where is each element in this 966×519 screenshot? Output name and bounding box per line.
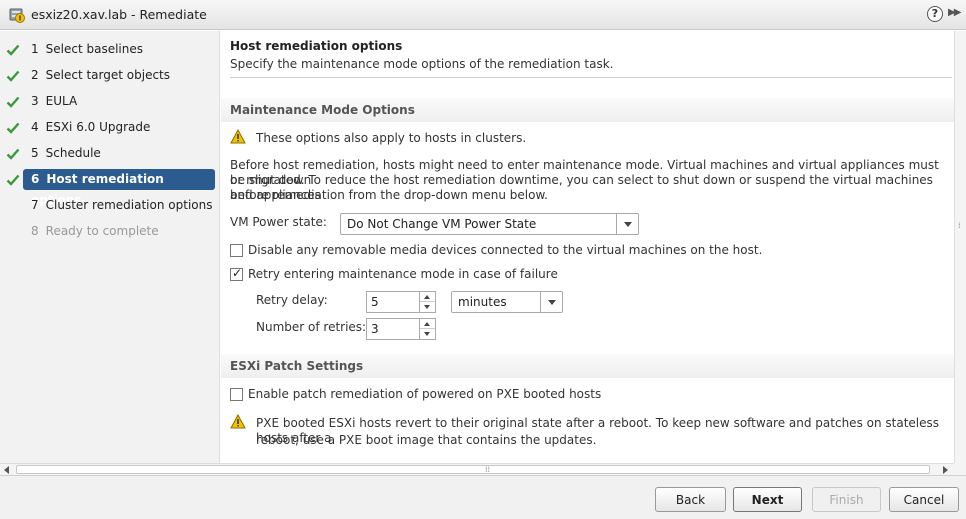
horizontal-scrollbar[interactable]: ⁞⁞ [0,463,954,475]
checkmark-icon [6,148,20,160]
pxe-label[interactable]: Enable patch remediation of powered on P… [248,387,601,402]
warning-icon [230,129,246,144]
back-button[interactable]: Back [655,487,726,512]
step-label: EULA [45,94,78,108]
window-title: esxiz20.xav.lab - Remediate [31,7,207,22]
step-label: Ready to complete [45,224,159,238]
retries-label: Number of retries: [256,320,367,334]
wizard-steps-nav: 1 Select baselines 2 Select target objects 3… [0,31,220,463]
spin-down-icon[interactable] [420,302,435,312]
retry-delay-unit-value: minutes [458,295,507,309]
step-label: Schedule [45,146,101,160]
scroll-left-icon[interactable] [4,466,9,474]
checkmark-icon [6,122,20,134]
retry-label[interactable]: Retry entering maintenance mode in case … [248,267,558,282]
title-bar: esxiz20.xav.lab - Remediate ? ▶▶ [0,0,966,30]
wizard-step-2[interactable]: 2 Select target objects [23,65,215,86]
maintenance-section-title: Maintenance Mode Options [230,103,415,117]
checkmark-icon [6,174,20,186]
pxe-warning-line-2: reboot, use a PXE boot image that contai… [256,433,597,447]
retry-checkbox[interactable] [230,266,243,281]
next-button[interactable]: Next [733,487,802,512]
patch-section-title: ESXi Patch Settings [230,359,364,373]
spin-up-icon[interactable] [420,319,435,329]
cluster-warning-text: These options also apply to hosts in clu… [256,131,527,145]
wizard-footer: Back Next Finish Cancel [0,475,966,519]
wizard-step-3[interactable]: 3 EULA [23,91,215,112]
warning-icon [230,414,246,429]
vm-power-label: VM Power state: [230,215,327,229]
step-number: 2 [31,68,39,82]
retries-value[interactable]: 3 [371,322,379,336]
vertical-scrollbar[interactable]: ⁞ [954,31,966,463]
retries-stepper[interactable]: 3 [366,318,436,340]
step-number: 8 [31,224,39,238]
disable-media-checkbox[interactable] [230,244,243,257]
wizard-step-5[interactable]: 5 Schedule [23,143,215,164]
checkmark-icon [6,44,20,56]
cancel-button[interactable]: Cancel [889,487,959,512]
step-number: 7 [31,198,39,212]
wizard-step-1[interactable]: 1 Select baselines [23,39,215,60]
scroll-grip-icon: ⁞⁞ [485,465,491,474]
scroll-right-icon[interactable] [943,466,948,474]
spin-up-icon[interactable] [420,292,435,302]
retry-delay-unit-dropdown[interactable]: minutes [451,291,563,313]
finish-button[interactable]: Finish [812,487,881,512]
page-subtitle: Specify the maintenance mode options of … [230,57,614,71]
step-number: 1 [31,42,39,56]
host-icon [9,8,25,23]
step-label: Select target objects [45,68,171,82]
scroll-corner [954,463,966,475]
scroll-grip-icon: ⁞ [958,221,961,230]
chevron-down-icon[interactable] [616,214,638,234]
description-line-3: before remediation from the drop-down me… [230,188,548,202]
wizard-step-4[interactable]: 4 ESXi 6.0 Upgrade [23,117,215,138]
wizard-step-7[interactable]: 7 Cluster remediation options [23,195,215,216]
expand-icon[interactable]: ▶▶ [948,7,961,18]
pxe-checkbox[interactable] [230,388,243,401]
patch-section-header: ESXi Patch Settings [221,354,954,378]
step-label: ESXi 6.0 Upgrade [45,120,151,134]
retry-delay-value[interactable]: 5 [371,295,379,309]
step-number: 5 [31,146,39,160]
step-number: 4 [31,120,39,134]
wizard-step-6[interactable]: 6 Host remediation options [23,169,215,207]
page-title: Host remediation options [230,39,403,53]
chevron-down-icon[interactable] [540,292,562,312]
step-label: Select baselines [45,42,143,56]
help-button[interactable]: ? [927,6,943,22]
wizard-step-8: 8 Ready to complete [23,221,215,242]
checkmark-icon [6,70,20,82]
retry-delay-spin-buttons [419,292,435,312]
step-label: Cluster remediation options [45,198,213,212]
maintenance-section-header: Maintenance Mode Options [221,98,954,122]
vm-power-state-value: Do Not Change VM Power State [347,217,537,231]
step-number: 6 [31,172,40,186]
disable-media-label[interactable]: Disable any removable media devices conn… [248,243,762,258]
spin-down-icon[interactable] [420,329,435,339]
checkmark-icon [6,96,20,108]
content-pane: Host remediation options Specify the mai… [221,31,954,463]
step-number: 3 [31,94,39,108]
header-divider [230,77,952,78]
scroll-thumb[interactable]: ⁞⁞ [16,465,930,474]
vm-power-state-dropdown[interactable]: Do Not Change VM Power State [340,213,639,235]
retry-delay-label: Retry delay: [256,293,328,307]
retries-spin-buttons [419,319,435,339]
retry-delay-stepper[interactable]: 5 [366,291,436,313]
